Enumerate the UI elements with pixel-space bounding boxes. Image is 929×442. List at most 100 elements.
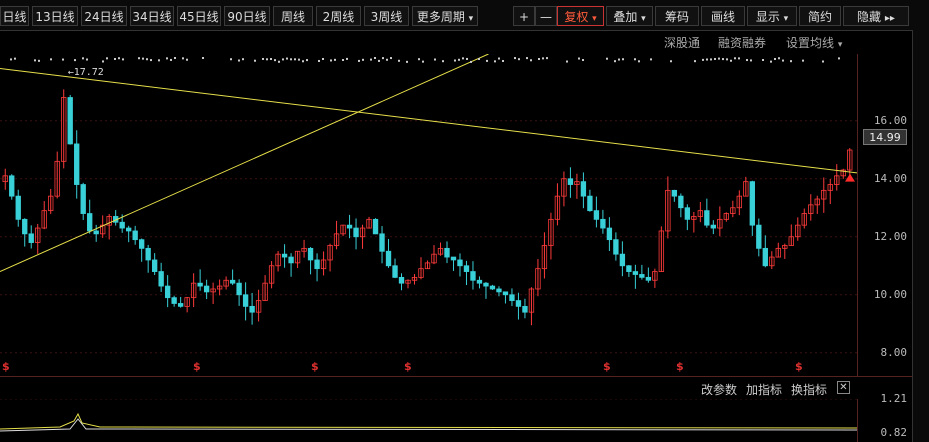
candle-body [645,276,652,281]
period-13day[interactable]: 13日线 [32,6,78,26]
candle-body [307,247,314,261]
event-marker [526,57,528,60]
candle-body [15,195,21,220]
event-marker [14,57,16,60]
event-marker [606,57,608,60]
display-label: 显示 [755,10,780,24]
edit-params-button[interactable]: 改参数 [701,381,737,398]
event-marker [186,58,188,61]
event-marker [286,57,288,60]
candle-body [229,279,236,284]
candle-body [203,285,210,293]
period-2week[interactable]: 2周线 [316,6,361,26]
event-marker [330,59,332,62]
event-marker [494,60,496,63]
dividend-marker[interactable]: $ [676,360,684,373]
candle-body [613,239,619,255]
event-marker [802,59,804,62]
period-45day[interactable]: 45日线 [177,6,221,26]
margin-trading-link[interactable]: 融资融券 [718,34,766,51]
period-24day[interactable]: 24日线 [81,6,127,26]
dividend-marker[interactable]: $ [193,360,201,373]
event-marker [254,59,256,62]
dividend-marker[interactable]: $ [2,360,10,373]
candle-body [346,224,353,229]
event-marker [306,59,308,62]
swap-indicator-button[interactable]: 换指标 [791,381,827,398]
period-more[interactable]: 更多周期 ▾ [412,6,478,26]
close-icon[interactable]: ✕ [837,381,850,394]
candle-body [704,210,710,226]
dividend-marker[interactable]: $ [603,360,611,373]
period-weekly[interactable]: 周线 [273,6,313,26]
current-price-arrow [845,173,855,182]
period-3week[interactable]: 3周线 [364,6,409,26]
event-marker [578,57,580,60]
event-marker [102,60,104,63]
candle-body [496,288,502,293]
candle-body [288,256,294,264]
adjust-dropdown[interactable]: 复权 ▾ [557,6,604,26]
event-marker [518,58,520,61]
event-marker [478,57,480,60]
event-marker [498,57,500,60]
event-marker [734,57,736,60]
zoom-out-button[interactable]: — [535,6,557,26]
adjust-label: 复权 [564,10,589,24]
period-daily[interactable]: 日线 [0,6,29,26]
event-marker [322,58,324,61]
zoom-in-button[interactable]: + [513,6,535,26]
event-marker [434,58,436,61]
candle-body [177,303,184,307]
event-marker [38,59,40,62]
candle-body [236,282,242,296]
add-indicator-button[interactable]: 加指标 [746,381,782,398]
event-marker [182,57,184,60]
event-marker [386,58,388,61]
candle-body [509,294,515,301]
candle-body [476,279,483,284]
event-marker [362,58,364,61]
event-marker [634,58,636,61]
dividend-marker[interactable]: $ [404,360,412,373]
candle-body [138,239,145,249]
candle-body [678,195,684,209]
period-34day[interactable]: 34日线 [130,6,174,26]
dividend-marker[interactable]: $ [311,360,319,373]
candle-body [353,227,359,238]
overlay-dropdown[interactable]: 叠加 ▾ [606,6,653,26]
event-marker [778,57,780,60]
simple-mode-button[interactable]: 简约 [799,6,841,26]
candle-body [392,265,398,278]
event-marker [74,59,76,62]
chips-button[interactable]: 筹码 [655,6,699,26]
event-marker [302,60,304,63]
chevron-down-icon: ▾ [641,14,646,24]
shenzhen-connect-link[interactable]: 深股通 [664,34,700,51]
right-side-panel[interactable] [912,30,929,442]
current-price-tag: 14.99 [863,129,907,145]
event-marker [750,59,752,62]
event-marker [458,58,460,61]
event-marker [278,60,280,63]
hide-button[interactable]: 隐藏 ▸▸ [843,6,909,26]
event-marker [710,58,712,61]
candle-body [74,143,80,185]
indicator-chart [0,399,857,432]
event-marker [10,58,12,61]
event-marker [822,60,824,63]
candle-body [580,181,587,197]
display-dropdown[interactable]: 显示 ▾ [747,6,797,26]
period-toolbar: 日线 13日线 24日线 34日线 45日线 90日线 周线 2周线 3周线 更… [0,0,929,31]
candle-body [450,256,457,261]
period-90day[interactable]: 90日线 [224,6,270,26]
dividend-marker[interactable]: $ [795,360,803,373]
kline-chart[interactable]: ←17.72 [0,54,857,376]
event-marker [230,58,232,61]
event-marker [406,60,408,63]
draw-line-button[interactable]: 画线 [701,6,745,26]
event-marker [342,58,344,61]
ma-settings-dropdown[interactable]: 设置均线 ▾ [786,34,842,51]
event-marker [486,59,488,62]
candle-body [762,247,768,267]
